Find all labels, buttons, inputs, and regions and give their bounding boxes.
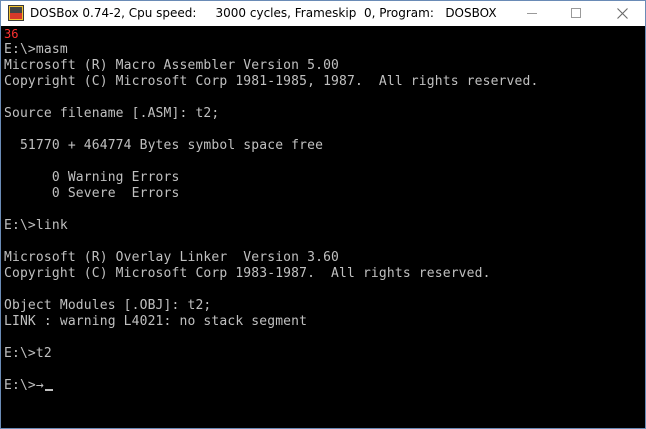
console-line: E:\>link [4, 218, 538, 234]
console-line: E:\>t2 [4, 346, 538, 362]
console-line-text: 0 Warning Errors [4, 170, 180, 185]
console-line: 0 Severe Errors [4, 186, 538, 202]
maximize-button[interactable] [554, 1, 599, 26]
dosbox-app-icon[interactable] [8, 5, 24, 21]
minimize-icon [527, 13, 537, 14]
close-icon [617, 8, 628, 19]
console-line: Microsoft (R) Overlay Linker Version 3.6… [4, 250, 538, 266]
console-line: Copyright (C) Microsoft Corp 1983-1987. … [4, 266, 538, 282]
console-line: Object Modules [.OBJ]: t2; [4, 298, 538, 314]
console-line-text: Copyright (C) Microsoft Corp 1981-1985, … [4, 74, 539, 89]
console-line: Source filename [.ASM]: t2; [4, 106, 538, 122]
console-line: Microsoft (R) Macro Assembler Version 5.… [4, 58, 538, 74]
console-line: 51770 + 464774 Bytes symbol space free [4, 138, 538, 154]
console-line: E:\>masm [4, 42, 538, 58]
console-line: Copyright (C) Microsoft Corp 1981-1985, … [4, 74, 538, 90]
console-line-text: E:\>→ [4, 378, 44, 393]
minimize-button[interactable] [509, 1, 554, 26]
window-title: DOSBox 0.74-2, Cpu speed: 3000 cycles, F… [30, 6, 497, 20]
dosbox-window: DOSBox 0.74-2, Cpu speed: 3000 cycles, F… [0, 0, 646, 429]
console-line-text: E:\>link [4, 218, 68, 233]
fps-counter: 36 [4, 27, 19, 41]
console-line-text: E:\>masm [4, 42, 68, 57]
console-line-text: Copyright (C) Microsoft Corp 1983-1987. … [4, 266, 491, 281]
dos-console[interactable]: 36 E:\>masm Microsoft (R) Macro Assembler… [1, 26, 645, 428]
console-line-text: Microsoft (R) Overlay Linker Version 3.6… [4, 250, 340, 265]
close-button[interactable] [600, 1, 645, 26]
console-line-text: Microsoft (R) Macro Assembler Version 5.… [4, 58, 340, 73]
console-line-text: Object Modules [.OBJ]: t2; [4, 298, 212, 313]
maximize-icon [571, 8, 581, 18]
command-prompt: E:\>→ [4, 378, 538, 394]
console-line: LINK : warning L4021: no stack segment [4, 314, 538, 330]
console-output: E:\>masm Microsoft (R) Macro Assembler Ve… [4, 42, 538, 394]
console-line: 0 Warning Errors [4, 170, 538, 186]
console-line-text: Source filename [.ASM]: t2; [4, 106, 220, 121]
console-line-text: LINK : warning L4021: no stack segment [4, 314, 308, 329]
text-cursor [44, 389, 53, 391]
title-bar[interactable]: DOSBox 0.74-2, Cpu speed: 3000 cycles, F… [1, 1, 645, 26]
console-line-text: 51770 + 464774 Bytes symbol space free [4, 138, 324, 153]
console-line-text: E:\>t2 [4, 346, 52, 361]
console-line-text: 0 Severe Errors [4, 186, 180, 201]
